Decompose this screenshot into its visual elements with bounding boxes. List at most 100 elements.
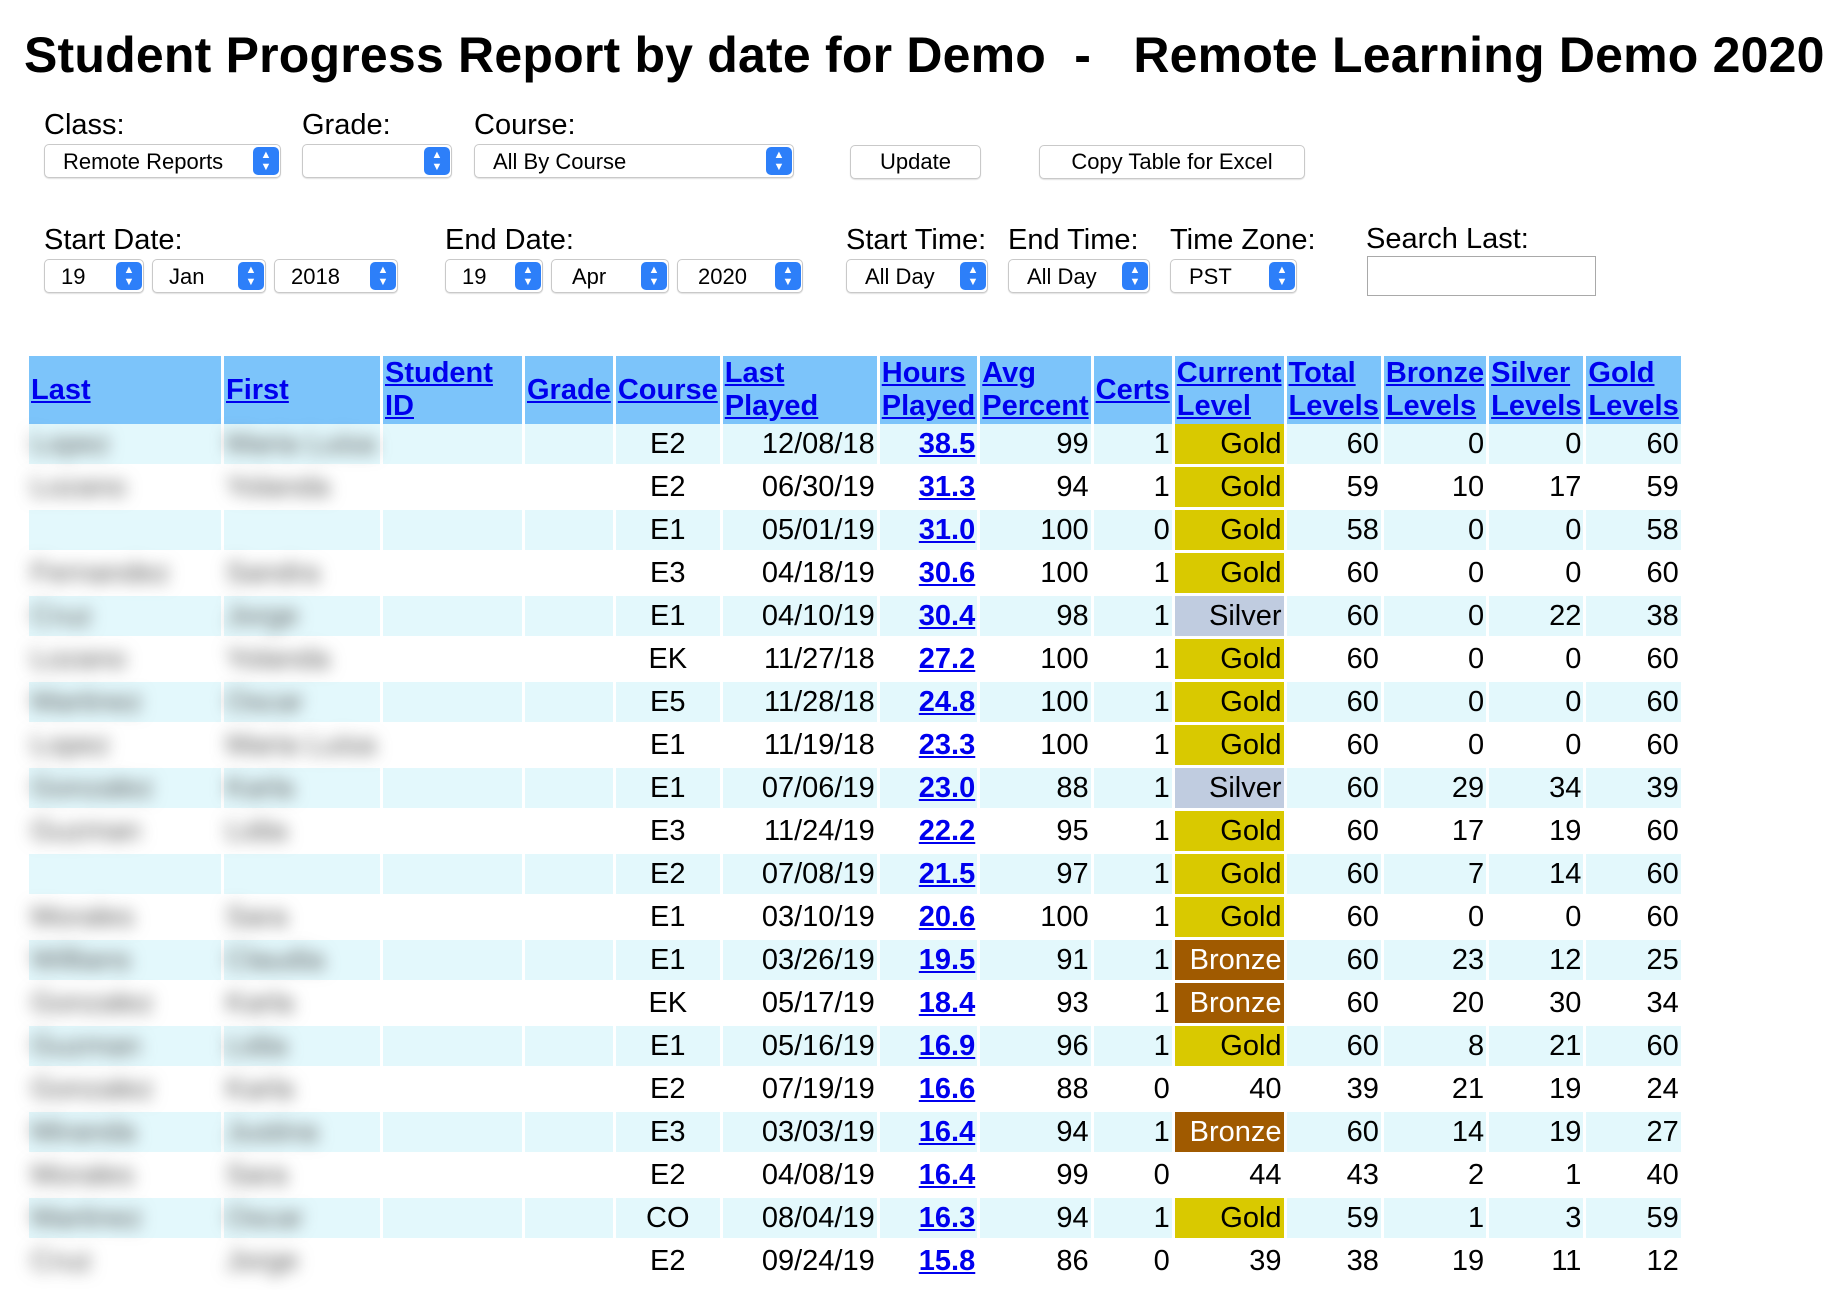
sort-avg-link[interactable]: Avg Percent <box>982 357 1088 422</box>
start-year-select[interactable]: 2018 ▲ ▼ <box>274 259 398 293</box>
col-last-played[interactable]: Last Played <box>722 356 877 424</box>
cell-grade <box>525 1241 613 1284</box>
cell-course: E3 <box>615 1112 720 1155</box>
avg-header-line2: Percent <box>982 390 1089 422</box>
cell-course: E2 <box>615 424 720 467</box>
hours-played-link[interactable]: 18.4 <box>919 987 975 1019</box>
hours-played-link[interactable]: 20.6 <box>919 901 975 933</box>
hours-played-link[interactable]: 21.5 <box>919 858 975 890</box>
cell-gold-levels: 34 <box>1586 983 1681 1026</box>
hours-played-link[interactable]: 23.0 <box>919 772 975 804</box>
cell-certs: 1 <box>1093 424 1172 467</box>
start-year-value: 2018 <box>291 264 340 289</box>
end-year-select[interactable]: 2020 ▲ ▼ <box>677 259 803 293</box>
end-day-select[interactable]: 19 ▲ ▼ <box>445 259 543 293</box>
cell-certs: 1 <box>1093 1198 1172 1241</box>
sort-course-link[interactable]: Course <box>618 374 718 406</box>
col-total-levels[interactable]: Total Levels <box>1286 356 1381 424</box>
hours-played-link[interactable]: 27.2 <box>919 643 975 675</box>
cell-certs: 1 <box>1093 983 1172 1026</box>
cell-silver-levels: 22 <box>1489 596 1584 639</box>
end-time-select[interactable]: All Day ▲ ▼ <box>1008 259 1150 293</box>
hours-played-link[interactable]: 16.9 <box>919 1030 975 1062</box>
sort-student-id-link[interactable]: Student ID <box>385 357 493 422</box>
hours-played-link[interactable]: 31.3 <box>919 471 975 503</box>
col-first[interactable]: First <box>224 356 380 424</box>
cell-student-id <box>383 682 522 725</box>
sort-hours-link[interactable]: Hours Played <box>882 357 976 422</box>
col-current-level[interactable]: Current Level <box>1174 356 1284 424</box>
select-arrows-icon: ▲ ▼ <box>238 262 264 290</box>
hours-played-link[interactable]: 22.2 <box>919 815 975 847</box>
update-button[interactable]: Update <box>850 145 981 179</box>
cell-hours-played: 16.9 <box>879 1026 978 1069</box>
col-avg-percent[interactable]: Avg Percent <box>980 356 1091 424</box>
sort-total-levels-link[interactable]: Total Levels <box>1289 357 1379 422</box>
cell-last-played: 06/30/19 <box>722 467 877 510</box>
first-name-text: Sara <box>226 900 288 933</box>
sort-first-link[interactable]: First <box>226 374 289 406</box>
cell-grade <box>525 811 613 854</box>
sort-certs-link[interactable]: Certs <box>1096 374 1170 406</box>
hours-played-link[interactable]: 16.4 <box>919 1116 975 1148</box>
col-last[interactable]: Last <box>29 356 221 424</box>
hours-played-link[interactable]: 31.0 <box>919 514 975 546</box>
hours-played-link[interactable]: 30.4 <box>919 600 975 632</box>
cell-certs: 1 <box>1093 467 1172 510</box>
hours-played-link[interactable]: 16.6 <box>919 1073 975 1105</box>
cell-last: Miranda <box>29 1112 221 1155</box>
sort-last-played-link[interactable]: Last Played <box>725 357 819 422</box>
table-row: Lozano Yolanda EK 11/27/18 27.2 100 1 Gold 60 0 0 6… <box>29 639 1681 682</box>
sort-current-level-link[interactable]: Current Level <box>1177 357 1282 422</box>
hours-played-link[interactable]: 24.8 <box>919 686 975 718</box>
cell-gold-levels: 40 <box>1586 1155 1681 1198</box>
sort-gold-levels-link[interactable]: Gold Levels <box>1588 357 1678 422</box>
col-bronze-levels[interactable]: Bronze Levels <box>1383 356 1487 424</box>
cell-last-played: 05/16/19 <box>722 1026 877 1069</box>
cell-student-id <box>383 1026 522 1069</box>
end-month-select[interactable]: Apr ▲ ▼ <box>551 259 669 293</box>
start-time-select[interactable]: All Day ▲ ▼ <box>846 259 988 293</box>
class-field: Class: Remote Reports ▲ ▼ <box>44 108 281 178</box>
hours-played-link[interactable]: 15.8 <box>919 1245 975 1277</box>
cell-total-levels: 60 <box>1286 1112 1381 1155</box>
cell-last: Martinez <box>29 1198 221 1241</box>
cell-hours-played: 19.5 <box>879 940 978 983</box>
hours-played-link[interactable]: 16.3 <box>919 1202 975 1234</box>
col-student-id[interactable]: Student ID <box>383 356 522 424</box>
col-silver-levels[interactable]: Silver Levels <box>1489 356 1584 424</box>
cell-certs: 1 <box>1093 811 1172 854</box>
col-hours-played[interactable]: Hours Played <box>879 356 978 424</box>
first-name-text: Maria Luisa <box>226 728 376 761</box>
cell-course: EK <box>615 983 720 1026</box>
sort-silver-levels-link[interactable]: Silver Levels <box>1491 357 1581 422</box>
search-last-input[interactable] <box>1367 256 1596 296</box>
hours-played-link[interactable]: 30.6 <box>919 557 975 589</box>
cell-avg-percent: 94 <box>980 1112 1091 1155</box>
cell-certs: 1 <box>1093 768 1172 811</box>
copy-table-button[interactable]: Copy Table for Excel <box>1039 145 1305 179</box>
sort-grade-link[interactable]: Grade <box>527 374 611 406</box>
col-course[interactable]: Course <box>615 356 720 424</box>
time-zone-select[interactable]: PST ▲ ▼ <box>1170 259 1297 293</box>
cell-gold-levels: 59 <box>1586 467 1681 510</box>
col-grade[interactable]: Grade <box>525 356 613 424</box>
col-gold-levels[interactable]: Gold Levels <box>1586 356 1681 424</box>
hours-played-link[interactable]: 19.5 <box>919 944 975 976</box>
cell-total-levels: 60 <box>1286 725 1381 768</box>
hours-played-link[interactable]: 38.5 <box>919 428 975 460</box>
cell-first: Maria Luisa <box>224 725 380 768</box>
sort-last-link[interactable]: Last <box>31 374 91 406</box>
start-day-select[interactable]: 19 ▲ ▼ <box>44 259 144 293</box>
start-month-select[interactable]: Jan ▲ ▼ <box>152 259 266 293</box>
hours-played-link[interactable]: 16.4 <box>919 1159 975 1191</box>
grade-select[interactable]: ▲ ▼ <box>302 144 452 178</box>
course-select[interactable]: All By Course ▲ ▼ <box>474 144 794 178</box>
hours-played-link[interactable]: 23.3 <box>919 729 975 761</box>
sort-bronze-levels-link[interactable]: Bronze Levels <box>1386 357 1484 422</box>
avg-header-line1: Avg <box>982 357 1036 389</box>
col-certs[interactable]: Certs <box>1093 356 1172 424</box>
cell-course: E1 <box>615 510 720 553</box>
class-select[interactable]: Remote Reports ▲ ▼ <box>44 144 281 178</box>
cell-first <box>224 854 380 897</box>
